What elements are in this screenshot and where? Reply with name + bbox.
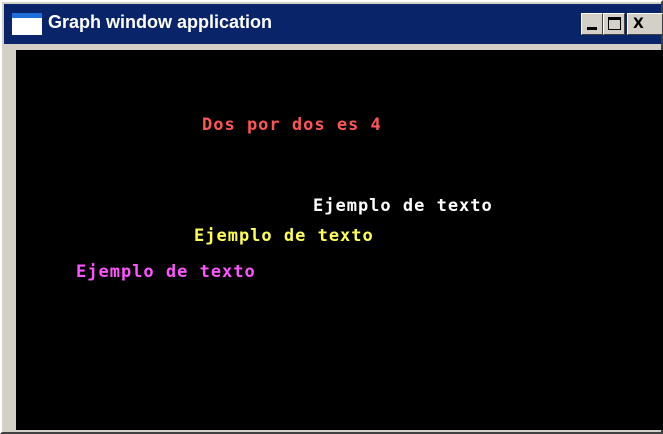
canvas-text-product: Dos por dos es 4 <box>202 115 382 135</box>
app-window: Graph window application X Dos por dos e… <box>0 0 663 434</box>
minimize-icon <box>587 27 597 30</box>
window-title: Graph window application <box>48 12 273 32</box>
window-icon[interactable] <box>12 13 42 35</box>
minimize-button[interactable] <box>581 13 603 35</box>
graphics-canvas: Dos por dos es 4 Ejemplo de texto Ejempl… <box>16 50 663 430</box>
close-icon: X <box>633 16 644 32</box>
canvas-text-white: Ejemplo de texto <box>313 196 493 216</box>
maximize-button[interactable] <box>603 13 625 35</box>
maximize-icon <box>608 17 621 30</box>
canvas-text-yellow: Ejemplo de texto <box>194 226 374 246</box>
close-button[interactable]: X <box>627 13 663 35</box>
title-bar[interactable]: Graph window application X <box>4 4 663 44</box>
canvas-text-magenta: Ejemplo de texto <box>76 262 256 282</box>
